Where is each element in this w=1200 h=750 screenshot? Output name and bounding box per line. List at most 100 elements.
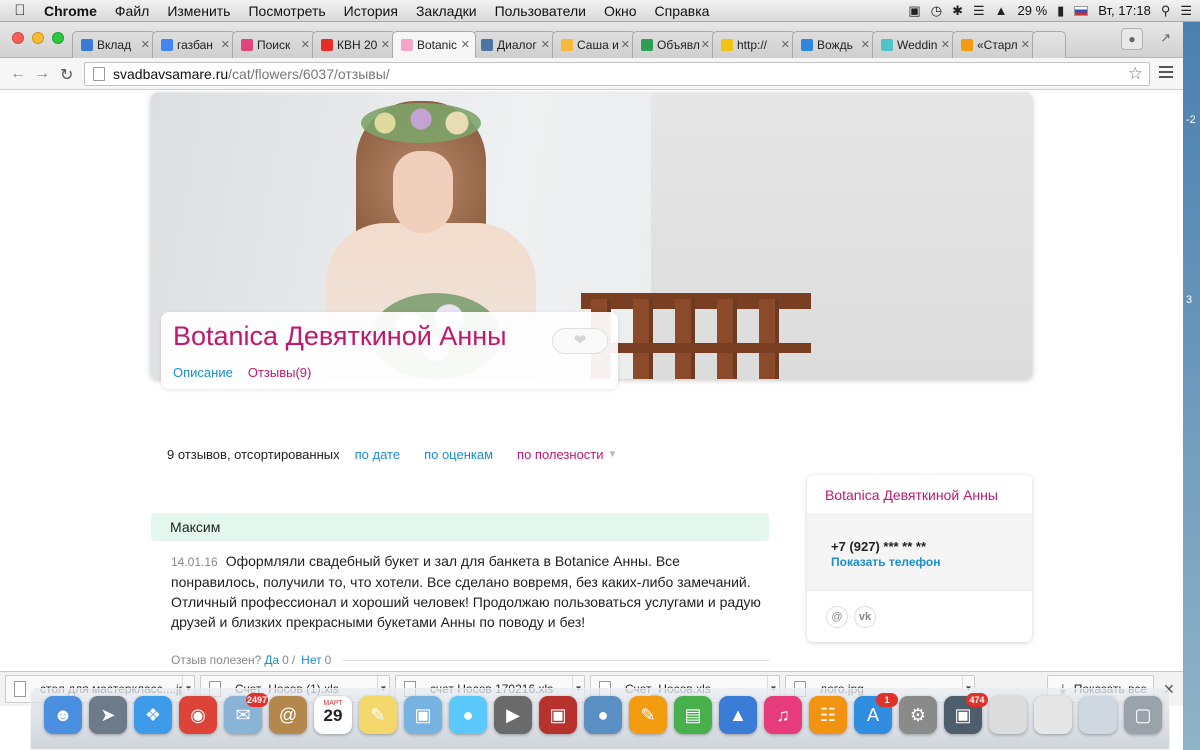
messages-icon[interactable]: ● <box>449 696 487 734</box>
menu-people[interactable]: Пользователи <box>486 3 595 19</box>
status-app-icon[interactable]: ▣ <box>908 3 920 19</box>
browser-tab[interactable]: Поиск ✕ <box>232 31 316 58</box>
sidebar-title[interactable]: Botanica Девяткиной Анны <box>807 475 1032 515</box>
browser-tab[interactable]: Вождь ✕ <box>792 31 876 58</box>
forward-icon[interactable]: → <box>34 65 50 83</box>
numbers-icon[interactable]: ▤ <box>674 696 712 734</box>
launchpad-icon[interactable]: ➤ <box>89 696 127 734</box>
address-bar[interactable]: svadbavsamare.ru/cat/flowers/6037/отзывы… <box>84 62 1150 86</box>
back-icon[interactable]: ← <box>10 65 26 83</box>
itunes-icon[interactable]: ♫ <box>764 696 802 734</box>
profile-avatar-icon[interactable]: ● <box>1121 28 1143 50</box>
menu-file[interactable]: Файл <box>106 3 158 19</box>
iphoto-icon[interactable]: ● <box>584 696 622 734</box>
fullscreen-icon[interactable]: ↗ <box>1160 30 1171 46</box>
menu-edit[interactable]: Изменить <box>158 3 239 19</box>
minimize-window-button[interactable] <box>32 32 44 44</box>
tab-favicon-icon <box>721 39 733 51</box>
browser-tab[interactable]: Вклад ✕ <box>72 31 156 58</box>
photo-booth-icon[interactable]: ▣ <box>539 696 577 734</box>
notes-icon[interactable]: ✎ <box>359 696 397 734</box>
close-window-button[interactable] <box>12 32 24 44</box>
browser-tab[interactable]: Botanic ✕ <box>392 31 476 58</box>
sort-by-date[interactable]: по дате <box>355 447 400 462</box>
vk-icon[interactable]: vk <box>854 606 876 628</box>
menu-help[interactable]: Справка <box>646 3 719 19</box>
tab-favicon-icon <box>481 39 493 51</box>
review-usefulness: Отзыв полезен? Да 0 / Нет 0 <box>171 653 769 667</box>
tab-title: КВН 20 <box>337 38 378 52</box>
preview-icon[interactable]: ▣ <box>404 696 442 734</box>
menubar-clock[interactable]: Вт, 17:18 <box>1098 3 1151 18</box>
notification-center-icon[interactable]: ☰ <box>1180 3 1192 19</box>
useful-no-link[interactable]: Нет <box>301 653 321 667</box>
menu-app-name[interactable]: Chrome <box>40 3 106 19</box>
close-tab-icon[interactable]: ✕ <box>381 38 390 51</box>
ibooks-icon[interactable]: ☷ <box>809 696 847 734</box>
tab-favicon-icon <box>801 39 813 51</box>
phone-number: +7 (927) *** ** ** <box>831 539 927 554</box>
pages-icon[interactable]: ✎ <box>629 696 667 734</box>
facetime-icon[interactable]: ▶ <box>494 696 532 734</box>
browser-tab[interactable]: «Старл ✕ <box>952 31 1036 58</box>
browser-tab[interactable]: Weddin ✕ <box>872 31 956 58</box>
close-tab-icon[interactable]: ✕ <box>221 38 230 51</box>
spotlight-icon[interactable]: ⚲ <box>1161 3 1171 19</box>
menu-bookmarks[interactable]: Закладки <box>407 3 486 19</box>
system-preferences-icon[interactable]: ⚙ <box>899 696 937 734</box>
email-icon[interactable]: @ <box>826 606 848 628</box>
close-tab-icon[interactable]: ✕ <box>461 38 470 51</box>
time-machine-icon[interactable]: ◷ <box>931 3 942 19</box>
input-source-flag-icon[interactable] <box>1074 5 1089 16</box>
close-tab-icon[interactable]: ✕ <box>861 38 870 51</box>
browser-tab[interactable]: Саша и ✕ <box>552 31 636 58</box>
zoom-window-button[interactable] <box>52 32 64 44</box>
wifi-icon[interactable]: ☰ <box>973 3 985 19</box>
close-tab-icon[interactable]: ✕ <box>141 38 150 51</box>
sort-direction-icon[interactable]: ▼ <box>608 449 618 460</box>
favorite-heart-button[interactable]: ❤ <box>552 328 608 354</box>
sort-by-rating[interactable]: по оценкам <box>424 447 493 462</box>
apple-menu-icon[interactable]:  <box>0 2 40 19</box>
safari-icon[interactable]: ❖ <box>134 696 172 734</box>
bluetooth-icon[interactable]: ✱ <box>952 3 963 19</box>
close-tab-icon[interactable]: ✕ <box>541 38 550 51</box>
reload-icon[interactable]: ↻ <box>60 65 73 85</box>
show-phone-link[interactable]: Показать телефон <box>831 555 940 569</box>
close-tab-icon[interactable]: ✕ <box>941 38 950 51</box>
browser-tab[interactable]: http:// ✕ <box>712 31 796 58</box>
file-icon <box>14 681 26 697</box>
finder-icon[interactable]: ☻ <box>44 696 82 734</box>
chrome-icon[interactable]: ◉ <box>179 696 217 734</box>
documents-stack-icon[interactable] <box>1034 696 1072 734</box>
browser-tab[interactable]: КВН 20 ✕ <box>312 31 396 58</box>
desktop-stack-icon[interactable] <box>1079 696 1117 734</box>
downloads-stack-icon[interactable] <box>989 696 1027 734</box>
close-tab-icon[interactable]: ✕ <box>781 38 790 51</box>
useful-yes-link[interactable]: Да <box>264 653 279 667</box>
menu-history[interactable]: История <box>335 3 407 19</box>
chrome-menu-icon[interactable] <box>1159 66 1173 81</box>
browser-tab[interactable]: газбан ✕ <box>152 31 236 58</box>
contacts-icon[interactable]: @ <box>269 696 307 734</box>
close-tab-icon[interactable]: ✕ <box>301 38 310 51</box>
review-author: Максим <box>151 513 769 541</box>
menu-view[interactable]: Посмотреть <box>239 3 334 19</box>
browser-tab[interactable]: Объявл ✕ <box>632 31 716 58</box>
browser-tab[interactable]: Диалог ✕ <box>472 31 556 58</box>
volume-icon[interactable]: ▲ <box>995 3 1008 18</box>
tab-description[interactable]: Описание <box>173 365 233 380</box>
new-tab-button[interactable] <box>1032 31 1066 58</box>
bookmark-star-icon[interactable]: ☆ <box>1128 64 1143 84</box>
close-tab-icon[interactable]: ✕ <box>1021 38 1030 51</box>
close-tab-icon[interactable]: ✕ <box>621 38 630 51</box>
sort-by-usefulness[interactable]: по полезности <box>517 447 603 462</box>
close-tab-icon[interactable]: ✕ <box>701 38 710 51</box>
menu-window[interactable]: Окно <box>595 3 646 19</box>
tab-favicon-icon <box>881 39 893 51</box>
trash-icon[interactable]: ▢ <box>1124 696 1162 734</box>
calendar-icon[interactable]: МАРТ 29 <box>314 696 352 734</box>
battery-percent[interactable]: 29 % <box>1018 3 1048 18</box>
keynote-icon[interactable]: ▲ <box>719 696 757 734</box>
tab-reviews[interactable]: Отзывы(9) <box>248 365 312 380</box>
